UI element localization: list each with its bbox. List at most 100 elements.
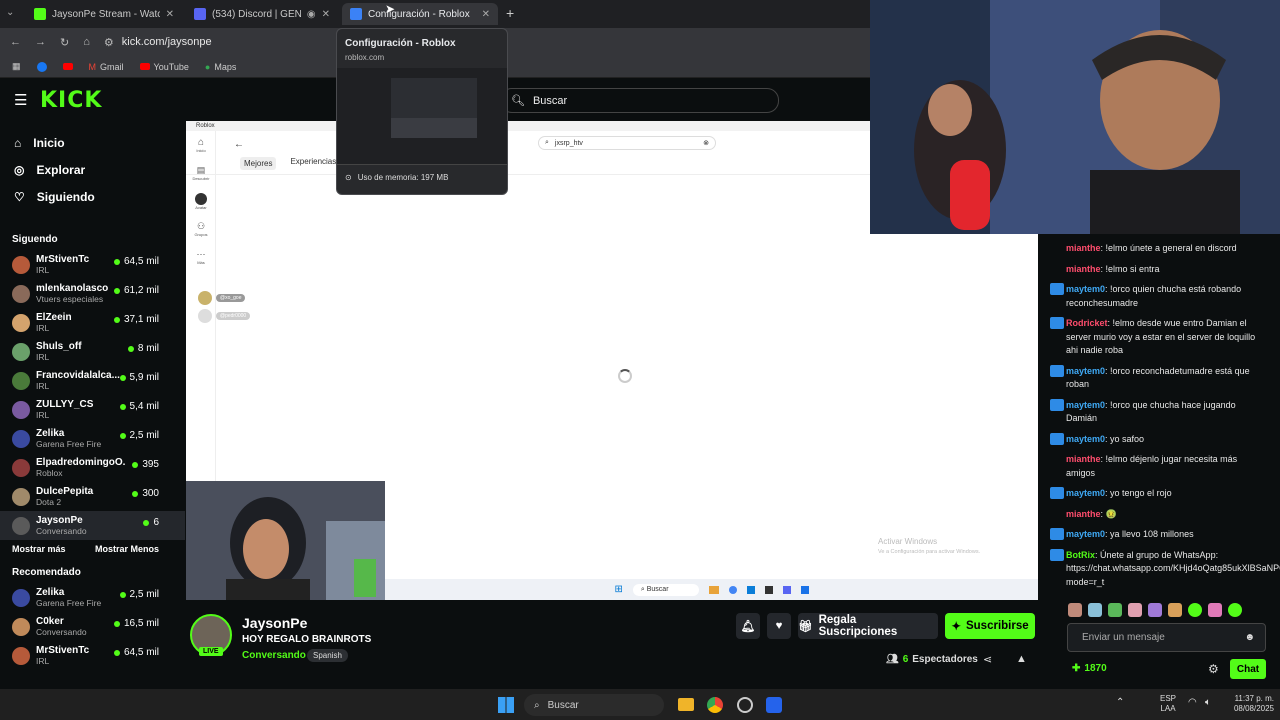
channel-item[interactable]: ElpadredomingoO... Roblox 395 bbox=[0, 453, 185, 482]
youtube-bookmark[interactable]: YouTube bbox=[139, 62, 189, 72]
emoji-icon[interactable]: ☻ bbox=[1244, 632, 1255, 643]
viewer-count: 61,2 mil bbox=[113, 285, 159, 296]
facebook-bookmark[interactable] bbox=[36, 61, 47, 72]
channel-item[interactable]: mlenkanolasco Vtuers especiales 61,2 mil bbox=[0, 279, 185, 308]
nav-inicio[interactable]: ⌂ Inicio bbox=[0, 129, 185, 156]
live-dot-icon bbox=[119, 403, 126, 410]
chat-username[interactable]: maytem0 bbox=[1066, 400, 1105, 410]
nav-siguiendo[interactable]: ♡ Siguiendo bbox=[0, 183, 185, 210]
tab-roblox[interactable]: Configuración - Roblox ✕ bbox=[342, 3, 498, 25]
chat-text: : !elmo si entra bbox=[1100, 263, 1160, 274]
channel-item[interactable]: MrStivenTc IRL 64,5 mil bbox=[0, 641, 185, 670]
clock[interactable]: 11:37 p. m. 08/08/2025 bbox=[1222, 694, 1274, 714]
viewer-count: 👥︎ 6 Espectadores bbox=[886, 654, 978, 665]
chat-username[interactable]: mianthe bbox=[1066, 509, 1101, 519]
close-icon[interactable]: ✕ bbox=[166, 9, 174, 20]
channel-item[interactable]: Francovidalalca... IRL 5,9 mil bbox=[0, 366, 185, 395]
chat-username[interactable]: maytem0 bbox=[1066, 488, 1105, 498]
report-icon[interactable]: ▲ bbox=[1016, 653, 1027, 665]
os-search[interactable]: ⌕ Buscar bbox=[524, 694, 664, 716]
chat-username[interactable]: mianthe bbox=[1066, 243, 1101, 253]
chat-settings-icon[interactable]: ⚙ bbox=[1208, 662, 1219, 676]
clear-icon: ⊗ bbox=[703, 140, 709, 147]
kick-logo[interactable]: KICK bbox=[40, 88, 102, 113]
gift-subs-button[interactable]: 🎁︎ Regala Suscripciones bbox=[798, 613, 938, 639]
chrome-taskbar-icon[interactable] bbox=[707, 697, 723, 713]
chat-username[interactable]: maytem0 bbox=[1066, 284, 1105, 294]
viewer-count: 16,5 mil bbox=[113, 618, 159, 629]
chat-username[interactable]: BotRix bbox=[1066, 550, 1095, 560]
channel-name: ZULLYY_CS bbox=[36, 399, 94, 410]
chat-input[interactable]: Enviar un mensaje ☻ bbox=[1067, 623, 1266, 652]
channel-name: DulcePepita bbox=[36, 486, 94, 497]
channel-item[interactable]: C0ker Conversando 16,5 mil bbox=[0, 612, 185, 641]
roblox-nav-more: ⋯ Más bbox=[196, 249, 206, 265]
share-icon[interactable]: ⋖ bbox=[983, 653, 992, 666]
apps-icon[interactable]: ▦ bbox=[12, 61, 21, 72]
forward-icon[interactable]: → bbox=[35, 36, 46, 48]
chat-username[interactable]: mianthe bbox=[1066, 264, 1101, 274]
search-input[interactable]: 🔍︎ Buscar bbox=[500, 88, 779, 113]
channel-item[interactable]: JaysonPe Conversando 6 bbox=[0, 511, 185, 540]
menu-icon[interactable]: ☰ bbox=[14, 91, 27, 109]
windows-start-icon[interactable] bbox=[498, 697, 514, 713]
search-icon: ⌕ bbox=[545, 139, 549, 146]
tab-discord[interactable]: (534) Discord | GENERAL 1 ◉ ✕ bbox=[186, 3, 338, 25]
chat-username[interactable]: Rodricket bbox=[1066, 318, 1108, 328]
url-field[interactable]: kick.com/jaysonpe bbox=[122, 36, 212, 48]
heart-icon: ♡ bbox=[14, 189, 25, 204]
youtube-red-bookmark[interactable] bbox=[62, 63, 73, 70]
close-icon[interactable]: ✕ bbox=[322, 9, 330, 20]
reload-icon[interactable]: ↻ bbox=[60, 36, 69, 49]
tray-chevron-icon[interactable]: ⌃ bbox=[1116, 697, 1124, 708]
channel-item[interactable]: ZULLYY_CS IRL 5,4 mil bbox=[0, 395, 185, 424]
channel-item[interactable]: DulcePepita Dota 2 300 bbox=[0, 482, 185, 511]
back-icon[interactable]: ← bbox=[10, 36, 21, 48]
site-settings-icon[interactable]: ⚙ bbox=[104, 36, 114, 49]
chat-points[interactable]: ✚ 1870 bbox=[1072, 663, 1107, 674]
notifications-button[interactable]: 🔔︎ bbox=[736, 613, 760, 639]
language-tag[interactable]: Spanish bbox=[307, 649, 348, 662]
channel-item[interactable]: Zelika Garena Free Fire 2,5 mil bbox=[0, 583, 185, 612]
chat-username[interactable]: maytem0 bbox=[1066, 366, 1105, 376]
chat-username[interactable]: maytem0 bbox=[1066, 529, 1105, 539]
file-explorer-icon[interactable] bbox=[678, 698, 694, 711]
tab-kick[interactable]: JaysonPe Stream - Watch Live o ✕ bbox=[26, 3, 182, 25]
os-taskbar: ⌕ Buscar ⌃ ESP LAA ◠ 🔈︎ 11:37 p. m. 08/08/2… bbox=[0, 689, 1280, 720]
chat-username[interactable]: maytem0 bbox=[1066, 434, 1105, 444]
viewer-count: 5,9 mil bbox=[119, 372, 159, 383]
channel-name[interactable]: JaysonPe bbox=[242, 615, 307, 631]
network-icon[interactable]: ◠ bbox=[1188, 697, 1197, 708]
channel-item[interactable]: MrStivenTc IRL 64,5 mil bbox=[0, 250, 185, 279]
stream-category[interactable]: Conversando bbox=[242, 650, 306, 661]
tab-search-icon[interactable]: ⌄ bbox=[6, 7, 14, 18]
channel-item[interactable]: ElZeein IRL 37,1 mil bbox=[0, 308, 185, 337]
close-icon[interactable]: ✕ bbox=[482, 9, 490, 20]
nav-explorar[interactable]: ◎ Explorar bbox=[0, 156, 185, 183]
new-tab-icon[interactable]: + bbox=[506, 5, 514, 21]
channel-item[interactable]: Shuls_off IRL 8 mil bbox=[0, 337, 185, 366]
channel-item[interactable]: Zelika Garena Free Fire 2,5 mil bbox=[0, 424, 185, 453]
gmail-bookmark[interactable]: M Gmail bbox=[89, 62, 124, 72]
channel-category: Garena Free Fire bbox=[36, 439, 102, 449]
channel-category: IRL bbox=[36, 410, 50, 420]
roblox-friend: @xo_goe bbox=[198, 291, 246, 305]
follow-button[interactable]: ♥ bbox=[767, 613, 791, 639]
roblox-tabs: Mejores Experiencias bbox=[240, 157, 336, 170]
chat-send-button[interactable]: Chat bbox=[1230, 659, 1266, 679]
home-icon[interactable]: ⌂ bbox=[83, 36, 90, 48]
channel-name: JaysonPe bbox=[36, 515, 83, 526]
chat-username[interactable]: mianthe bbox=[1066, 454, 1101, 464]
keyboard-lang[interactable]: ESP LAA bbox=[1160, 694, 1176, 714]
show-more-button[interactable]: Mostrar más bbox=[12, 544, 66, 554]
compass-icon: ◎ bbox=[14, 162, 25, 177]
gift-icon: 🎁︎ bbox=[798, 621, 813, 633]
roblox-taskbar-icon[interactable] bbox=[766, 697, 782, 713]
badge-icon bbox=[1050, 364, 1064, 377]
show-less-button[interactable]: Mostrar Menos bbox=[95, 544, 159, 554]
maps-bookmark[interactable]: ● Maps bbox=[205, 62, 236, 72]
volume-icon[interactable]: 🔈︎ bbox=[1205, 697, 1211, 708]
subscribe-button[interactable]: ✦ Suscribirse bbox=[945, 613, 1035, 639]
chat-message: mianthe: !elmo únete a general en discor… bbox=[1038, 242, 1280, 256]
app-taskbar-icon[interactable] bbox=[737, 697, 753, 713]
